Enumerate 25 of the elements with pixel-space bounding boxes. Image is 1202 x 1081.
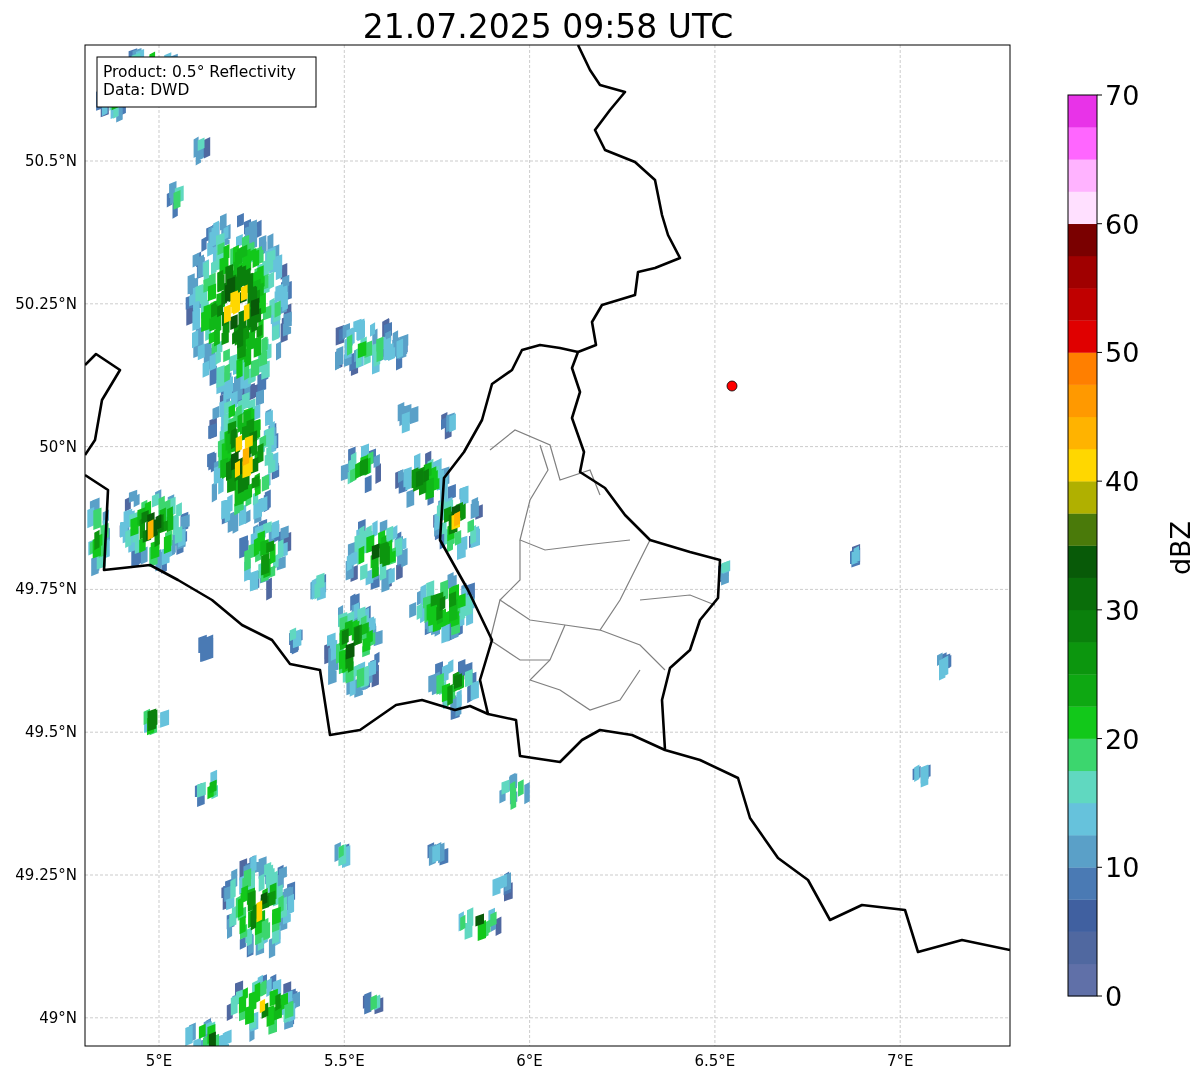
latitude-label: 49.25°N	[15, 866, 77, 884]
latitude-label: 49°N	[39, 1008, 77, 1027]
latitude-label: 50.5°N	[24, 152, 77, 170]
latitude-label: 50°N	[39, 437, 77, 456]
colorbar-tick-label: 50	[1105, 337, 1140, 369]
longitude-label: 7°E	[886, 1052, 914, 1070]
info-text: Product: 0.5° Reflectivity	[103, 63, 296, 81]
colorbar-tick-label: 60	[1105, 208, 1140, 240]
colorbar-tick-label: 10	[1105, 852, 1140, 884]
longitude-label: 5.5°E	[323, 1052, 365, 1070]
longitude-label: 6°E	[516, 1052, 543, 1070]
latitude-label: 49.75°N	[15, 580, 77, 599]
latitude-label: 49.5°N	[24, 723, 77, 742]
info-text: Data: DWD	[103, 81, 190, 99]
figure-title: 21.07.2025 09:58 UTC	[362, 7, 734, 46]
longitude-label: 5°E	[145, 1052, 173, 1070]
colorbar-label: dBZ	[1165, 520, 1196, 576]
longitude-label: 6.5°E	[694, 1052, 736, 1070]
colorbar-tick-label: 70	[1105, 80, 1140, 111]
latitude-label: 50.25°N	[15, 294, 77, 313]
colorbar-tick-label: 20	[1105, 723, 1140, 755]
colorbar-tick-label: 40	[1105, 466, 1140, 498]
station-marker	[726, 380, 738, 392]
colorbar-tick-label: 30	[1105, 594, 1140, 626]
colorbar-tick-label: 0	[1105, 981, 1123, 1012]
